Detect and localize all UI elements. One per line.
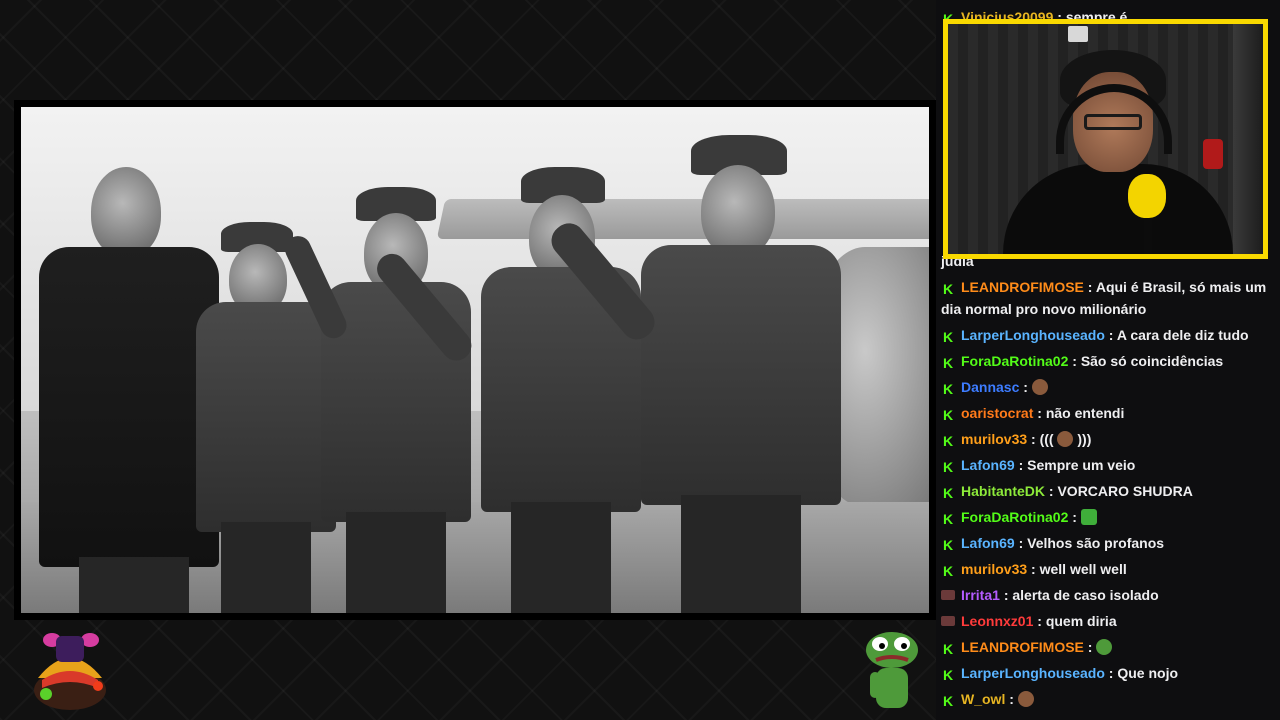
chat-text: A cara dele diz tudo — [1116, 327, 1249, 343]
chat-message: K HabitanteDK : VORCARO SHUDRA — [941, 480, 1271, 502]
kick-badge-icon: K — [942, 433, 954, 449]
chat-username[interactable]: Lafon69 — [961, 457, 1015, 473]
chat-text: quem diria — [1045, 613, 1117, 629]
chat-message: K LEANDROFIMOSE : Aqui é Brasil, só mais … — [941, 276, 1271, 320]
subscriber-badge-icon — [941, 616, 955, 626]
kick-badge-icon: K — [942, 563, 954, 579]
chat-message: K LarperLonghouseado : A cara dele diz tu… — [941, 324, 1271, 346]
kick-badge-icon: K — [942, 485, 954, 501]
chat-separator: : — [1087, 639, 1093, 655]
chat-message: Leonnxz01 : quem diria — [941, 610, 1271, 632]
money-emote-icon — [1080, 509, 1097, 525]
webcam-red-object — [1203, 139, 1223, 169]
chat-text: Velhos são profanos — [1027, 535, 1165, 551]
chat-username[interactable]: murilov33 — [961, 561, 1027, 577]
chat-text: well well well — [1039, 561, 1127, 577]
kick-badge-icon: K — [942, 667, 954, 683]
main-content-frame — [14, 100, 936, 620]
cup-emote-icon — [1096, 639, 1113, 655]
chat-message: K W_owl : — [941, 688, 1271, 710]
chat-username[interactable]: LarperLonghouseado — [961, 665, 1105, 681]
chat-username[interactable]: LEANDROFIMOSE — [961, 639, 1084, 655]
webcam-shelf — [1233, 24, 1263, 254]
chat-separator: : — [1072, 509, 1077, 525]
emote-icon — [1057, 431, 1074, 447]
chat-message: Kmurilov33 : well well well — [941, 558, 1271, 580]
chat-message: K Dannasc : — [941, 376, 1271, 398]
photo-person-officer-4 — [544, 135, 851, 613]
chat-message: Kmurilov33 : ((( ))) — [941, 428, 1271, 450]
chat-separator: : — [1031, 561, 1036, 577]
chat-separator: : — [1023, 379, 1028, 395]
chat-username[interactable]: Irrita1 — [961, 587, 1000, 603]
chat-separator: : — [1018, 535, 1024, 551]
kick-badge-icon: K — [942, 407, 954, 423]
chat-username[interactable]: HabitanteDK — [961, 483, 1045, 499]
kick-badge-icon: K — [942, 355, 954, 371]
chat-message: K ForaDaRotina02 : — [941, 506, 1271, 528]
chat-text: ((( — [1039, 431, 1054, 447]
chat-separator: : — [1037, 405, 1042, 421]
chat-text: Sempre um veio — [1027, 457, 1136, 473]
webcam-overlay — [943, 19, 1268, 259]
pepe-frog-emote — [866, 632, 918, 708]
chat-text: Que nojo — [1117, 665, 1179, 681]
kick-badge-icon: K — [942, 537, 954, 553]
chat-text: São só coincidências — [1080, 353, 1224, 369]
chat-message: K ForaDaRotina02 : São só coincidências — [941, 350, 1271, 372]
chat-username[interactable]: LEANDROFIMOSE — [961, 279, 1084, 295]
chat-username[interactable]: murilov33 — [961, 431, 1027, 447]
chat-separator: : — [1018, 457, 1024, 473]
webcam-light — [1068, 26, 1088, 42]
chat-separator: : — [1087, 279, 1093, 295]
chat-username[interactable]: Leonnxz01 — [961, 613, 1033, 629]
chat-message: K LarperLonghouseado : Que nojo — [941, 662, 1271, 684]
hat-character-emote — [34, 633, 106, 710]
chat-separator: : — [1031, 431, 1036, 447]
kick-badge-icon: K — [942, 281, 954, 297]
mic-arm — [1144, 214, 1152, 254]
chat-separator: : — [1048, 483, 1054, 499]
emote-icon — [1031, 379, 1048, 395]
kick-badge-icon: K — [942, 459, 954, 475]
chat-username[interactable]: Lafon69 — [961, 535, 1015, 551]
chat-separator: : — [1072, 353, 1077, 369]
chat-username[interactable]: W_owl — [961, 691, 1005, 707]
microphone-icon — [1128, 174, 1166, 218]
chat-text: alerta de caso isolado — [1012, 587, 1159, 603]
chat-separator: : — [1108, 665, 1114, 681]
chat-username[interactable]: oaristocrat — [961, 405, 1033, 421]
chat-text: ))) — [1077, 431, 1092, 447]
kick-badge-icon: K — [942, 641, 954, 657]
kick-badge-icon: K — [942, 511, 954, 527]
chat-message: K Lafon69 : Sempre um veio — [941, 454, 1271, 476]
chat-separator: : — [1108, 327, 1114, 343]
chat-username[interactable]: ForaDaRotina02 — [961, 509, 1068, 525]
chat-text: VORCARO SHUDRA — [1057, 483, 1193, 499]
subscriber-badge-icon — [941, 590, 955, 600]
historical-photo — [21, 107, 929, 613]
chat-username[interactable]: ForaDaRotina02 — [961, 353, 1068, 369]
chat-separator: : — [1003, 587, 1009, 603]
chat-username[interactable]: LarperLonghouseado — [961, 327, 1105, 343]
chat-message: Koaristocrat : não entendi — [941, 402, 1271, 424]
chat-separator: : — [1037, 613, 1042, 629]
chat-username[interactable]: Dannasc — [961, 379, 1019, 395]
chat-message: K LEANDROFIMOSE : — [941, 636, 1271, 658]
chat-message: Irrita1 : alerta de caso isolado — [941, 584, 1271, 606]
streamer-glasses — [1084, 114, 1142, 130]
chat-message: K Lafon69 : Velhos são profanos — [941, 532, 1271, 554]
emote-icon — [1017, 691, 1034, 707]
chat-separator: : — [1009, 691, 1014, 707]
chat-text: não entendi — [1045, 405, 1125, 421]
kick-badge-icon: K — [942, 329, 954, 345]
kick-badge-icon: K — [942, 693, 954, 709]
kick-badge-icon: K — [942, 381, 954, 397]
